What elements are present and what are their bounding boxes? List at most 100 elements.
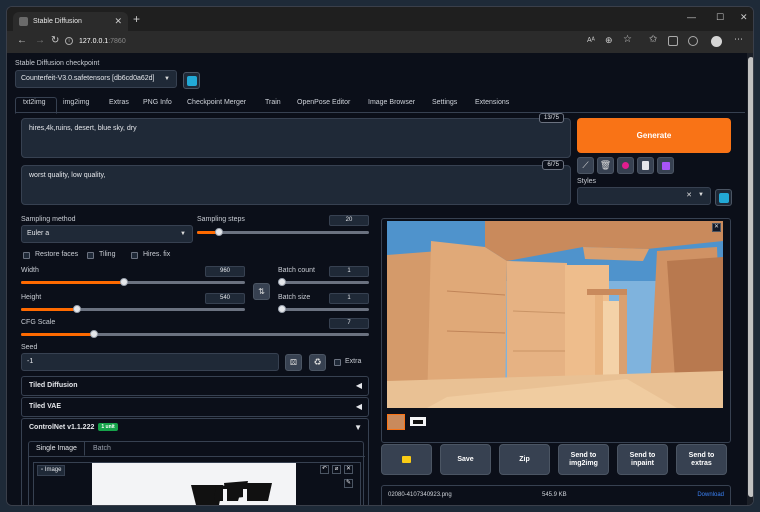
refresh-checkpoint-button[interactable] — [183, 72, 200, 89]
tiled-vae-accordion[interactable]: Tiled VAE ◀ — [21, 397, 369, 417]
tiling-checkbox[interactable] — [87, 252, 94, 259]
paint-brush-button[interactable]: ⟋ — [577, 157, 594, 174]
extensions-icon[interactable] — [688, 36, 698, 46]
undo-icon[interactable]: ↶ — [320, 465, 329, 474]
close-window-icon[interactable]: ✕ — [740, 12, 748, 23]
brush-icon[interactable]: ⌀ — [332, 465, 341, 474]
new-tab-icon[interactable]: + — [133, 12, 140, 26]
send-to-img2img-button[interactable]: Send to img2img — [558, 444, 609, 475]
url-field[interactable]: i 127.0.0.1:7860 — [65, 34, 595, 49]
tab-extras[interactable]: Extras — [109, 99, 129, 106]
open-folder-button[interactable] — [381, 444, 432, 475]
swap-dimensions-button[interactable]: ⇅ — [253, 283, 270, 300]
prompt-input[interactable]: hires,4k,ruins, desert, blue sky, dry 13… — [21, 113, 571, 158]
width-input[interactable]: 960 — [205, 266, 245, 277]
file-size: 545.9 KB — [542, 492, 567, 498]
menu-icon[interactable]: ⋯ — [734, 34, 744, 44]
read-aloud-icon[interactable]: Aᴬ — [587, 37, 597, 47]
zoom-icon[interactable]: ⊕ — [605, 35, 615, 45]
tab-divider — [15, 112, 745, 113]
generated-image[interactable]: ✕ — [387, 221, 723, 408]
slider-handle[interactable] — [215, 228, 224, 236]
clipboard-button[interactable] — [637, 157, 654, 174]
tab-settings[interactable]: Settings — [432, 99, 457, 106]
profile-avatar[interactable] — [711, 36, 722, 47]
batch-size-slider[interactable] — [278, 305, 369, 313]
slider-handle[interactable] — [278, 305, 286, 313]
trash-button[interactable]: 🗑 — [597, 157, 614, 174]
gallery-thumbnail[interactable] — [409, 414, 427, 430]
tab-openpose-editor[interactable]: OpenPose Editor — [297, 99, 350, 106]
tab-single-image[interactable]: Single Image — [36, 443, 77, 455]
reuse-seed-button[interactable]: ♻ — [309, 354, 326, 371]
extra-seed-checkbox[interactable] — [334, 359, 341, 366]
clear-image-icon[interactable]: ✕ — [344, 465, 353, 474]
seed-input[interactable]: -1 — [21, 353, 279, 371]
height-input[interactable]: 540 — [205, 293, 245, 304]
refresh-icon[interactable]: ↻ — [51, 35, 59, 46]
close-tab-icon[interactable]: ✕ — [114, 12, 122, 31]
download-link[interactable]: Download — [697, 492, 724, 498]
tab-img2img[interactable]: img2img — [63, 99, 89, 106]
scrollbar-thumb[interactable] — [748, 57, 753, 497]
apply-styles-button[interactable] — [715, 189, 732, 206]
checkpoint-select[interactable]: Counterfeit-V3.0.safetensors [db6cd0a62d… — [15, 70, 177, 88]
styles-select[interactable]: ✕ ▼ — [577, 187, 711, 205]
batch-size-input[interactable]: 1 — [329, 293, 369, 304]
save-button[interactable]: Save — [440, 444, 491, 475]
title-bar: Stable Diffusion ✕ + — ☐ ✕ — [7, 7, 753, 31]
random-seed-button[interactable]: ⚄ — [285, 354, 302, 371]
file-name: 02080-4107340923.png — [388, 492, 452, 498]
forward-icon[interactable]: → — [35, 35, 45, 46]
clear-icon[interactable]: ✕ — [686, 191, 692, 199]
send-to-inpaint-button[interactable]: Send to inpaint — [617, 444, 668, 475]
hires-fix-checkbox[interactable] — [131, 252, 138, 259]
tab-checkpoint-merger[interactable]: Checkpoint Merger — [187, 99, 246, 106]
send-to-extras-button[interactable]: Send to extras — [676, 444, 727, 475]
info-icon: i — [65, 37, 73, 45]
sampling-steps-input[interactable]: 20 — [329, 215, 369, 226]
output-gallery: ✕ — [381, 218, 731, 443]
maximize-icon[interactable]: ☐ — [716, 12, 724, 23]
extra-networks-button[interactable] — [617, 157, 634, 174]
negative-prompt-input[interactable]: worst quality, low quality, 6/75 — [21, 160, 571, 205]
slider-handle[interactable] — [73, 305, 81, 313]
restore-faces-label: Restore faces — [35, 251, 79, 258]
back-icon[interactable]: ← — [17, 35, 27, 46]
tab-batch[interactable]: Batch — [93, 443, 111, 455]
controlnet-accordion[interactable]: ControlNet v1.1.222 1 unit ▼ Single Image… — [21, 418, 369, 505]
slider-handle[interactable] — [120, 278, 129, 286]
browser-window: Stable Diffusion ✕ + — ☐ ✕ ← → ↻ i 127.0… — [6, 6, 754, 506]
tab-image-browser[interactable]: Image Browser — [368, 99, 415, 106]
gallery-thumbnail[interactable] — [387, 414, 405, 430]
tab-png-info[interactable]: PNG Info — [143, 99, 172, 106]
close-image-icon[interactable]: ✕ — [712, 223, 721, 232]
sampling-method-select[interactable]: Euler a ▼ — [21, 225, 193, 243]
minimize-icon[interactable]: — — [687, 12, 696, 22]
save-style-button[interactable] — [657, 157, 674, 174]
height-slider[interactable] — [21, 305, 245, 313]
edit-icon[interactable]: ✎ — [344, 479, 353, 488]
sampling-method-value: Euler a — [27, 230, 50, 237]
batch-count-slider[interactable] — [278, 278, 369, 286]
slider-handle[interactable] — [90, 330, 99, 338]
scrollbar[interactable] — [747, 53, 753, 505]
cfg-scale-slider[interactable] — [21, 330, 369, 338]
image-upload-area[interactable]: ▫ Image ↶ ⌀ ✕ ✎ — [33, 462, 361, 505]
favorite-star-icon[interactable]: ☆ — [623, 34, 633, 45]
sampling-steps-slider[interactable] — [197, 228, 369, 236]
collections-icon[interactable] — [668, 36, 678, 46]
generate-button[interactable]: Generate — [577, 118, 731, 153]
zip-button[interactable]: Zip — [499, 444, 550, 475]
width-slider[interactable] — [21, 278, 245, 286]
tiled-diffusion-accordion[interactable]: Tiled Diffusion ◀ — [21, 376, 369, 396]
slider-handle[interactable] — [278, 278, 286, 286]
browser-tab[interactable]: Stable Diffusion ✕ — [13, 12, 128, 31]
cfg-scale-input[interactable]: 7 — [329, 318, 369, 329]
batch-count-input[interactable]: 1 — [329, 266, 369, 277]
favorites-icon[interactable]: ✩ — [649, 34, 659, 45]
restore-faces-checkbox[interactable] — [23, 252, 30, 259]
tab-train[interactable]: Train — [265, 99, 281, 106]
tab-txt2img[interactable]: txt2img — [23, 99, 46, 106]
tab-extensions[interactable]: Extensions — [475, 99, 509, 106]
